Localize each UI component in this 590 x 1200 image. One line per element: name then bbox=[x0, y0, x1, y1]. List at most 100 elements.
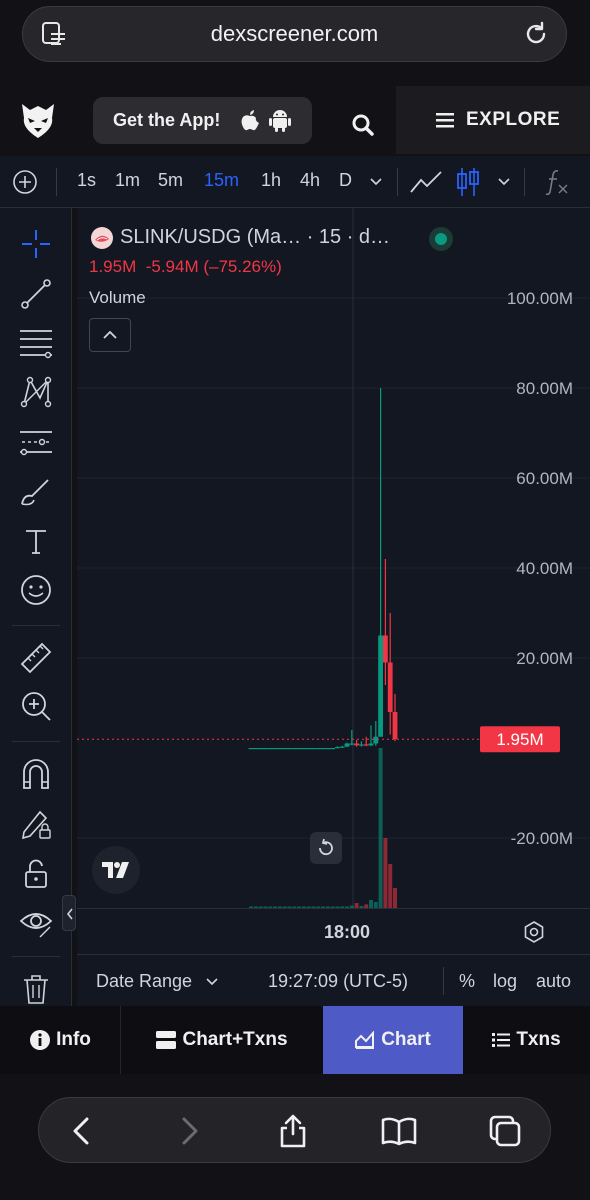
volume-bar bbox=[393, 888, 397, 908]
text-tool-icon[interactable] bbox=[18, 523, 54, 559]
candle-body bbox=[383, 635, 388, 663]
ruler-icon[interactable] bbox=[18, 640, 54, 676]
tab-chart[interactable]: Chart bbox=[323, 1006, 463, 1074]
volume-bar bbox=[378, 748, 383, 908]
tab-info[interactable]: Info bbox=[0, 1006, 121, 1074]
tradingview-logo-icon[interactable] bbox=[92, 846, 140, 894]
toolbar-divider bbox=[397, 168, 398, 196]
explore-button[interactable]: EXPLORE bbox=[396, 86, 590, 154]
lock-drawings-icon[interactable] bbox=[18, 806, 54, 842]
address-bar[interactable]: dexscreener.com bbox=[22, 6, 567, 62]
zoom-in-icon[interactable] bbox=[18, 688, 54, 724]
add-symbol-icon[interactable] bbox=[12, 169, 38, 195]
y-tick-label: 60.00M bbox=[516, 469, 573, 488]
clock-timezone[interactable]: 19:27:09 (UTC-5) bbox=[268, 971, 408, 992]
tab-chart-txns[interactable]: Chart+Txns bbox=[121, 1006, 323, 1074]
magnet-icon[interactable] bbox=[18, 756, 54, 792]
view-tabs: Info Chart+Txns Chart Txns bbox=[0, 1006, 590, 1074]
candle-body bbox=[320, 748, 326, 750]
collapse-rail-button[interactable] bbox=[62, 895, 76, 931]
candle-body bbox=[359, 744, 364, 746]
chart-bottom-bar: Date Range 19:27:09 (UTC-5) % log auto bbox=[77, 954, 590, 1006]
get-app-label: Get the App! bbox=[113, 110, 221, 130]
hide-drawings-eye-icon[interactable] bbox=[18, 905, 54, 941]
price-change-line: 1.95M -5.94M (–75.26%) bbox=[89, 257, 282, 277]
chart-pane[interactable]: 100.00M 80.00M 60.00M 40.00M 20.00M -20.00M 1.… bbox=[77, 208, 590, 908]
brush-icon[interactable] bbox=[18, 474, 54, 510]
candle-body bbox=[330, 748, 335, 750]
drawing-tools-rail bbox=[0, 208, 72, 1006]
info-icon bbox=[30, 1030, 51, 1050]
get-app-button[interactable]: Get the App! bbox=[93, 97, 312, 144]
candle-body bbox=[335, 747, 340, 749]
log-scale-toggle[interactable]: log bbox=[493, 971, 517, 992]
candle-body bbox=[277, 748, 283, 750]
last-price: 1.95M bbox=[89, 257, 137, 276]
candle-body bbox=[248, 748, 254, 750]
tabs-overview-icon[interactable] bbox=[487, 1113, 523, 1149]
forecasting-icon[interactable] bbox=[18, 424, 54, 460]
collapse-legend-button[interactable] bbox=[89, 318, 131, 352]
indicators-fx-icon[interactable] bbox=[544, 168, 570, 196]
trash-icon[interactable] bbox=[18, 971, 54, 1007]
candle-body bbox=[296, 748, 302, 750]
chart-legend[interactable]: SLINK/USDG (Ma… · 15 · d… bbox=[88, 224, 453, 254]
chevron-down-icon[interactable] bbox=[497, 176, 511, 188]
interval-15m[interactable]: 15m bbox=[204, 170, 239, 191]
bookmarks-icon[interactable] bbox=[381, 1113, 417, 1149]
explore-label: EXPLORE bbox=[466, 109, 561, 130]
trend-line-icon[interactable] bbox=[18, 276, 54, 312]
volume-indicator-label[interactable]: Volume bbox=[89, 288, 146, 308]
candle-body bbox=[354, 743, 359, 746]
interval-1d[interactable]: D bbox=[339, 170, 352, 191]
area-chart-icon bbox=[355, 1031, 375, 1049]
reload-icon[interactable] bbox=[522, 20, 550, 48]
interval-4h[interactable]: 4h bbox=[300, 170, 320, 191]
bottom-divider bbox=[443, 967, 444, 995]
emoji-icon[interactable] bbox=[18, 572, 54, 608]
auto-scale-toggle[interactable]: auto bbox=[536, 971, 571, 992]
rail-divider bbox=[12, 625, 60, 626]
unlock-icon[interactable] bbox=[18, 856, 54, 892]
y-tick-label: -20.00M bbox=[511, 829, 573, 848]
share-icon[interactable] bbox=[275, 1113, 311, 1149]
candle-body bbox=[373, 736, 379, 744]
y-tick-label: 40.00M bbox=[516, 559, 573, 578]
reset-chart-button[interactable] bbox=[310, 832, 342, 864]
forward-icon[interactable] bbox=[171, 1113, 207, 1149]
pattern-icon[interactable] bbox=[18, 374, 54, 410]
price-chart-svg[interactable]: 100.00M 80.00M 60.00M 40.00M 20.00M -20.00M 1.… bbox=[77, 208, 590, 908]
split-view-icon bbox=[156, 1031, 177, 1049]
chart-settings-icon[interactable] bbox=[522, 920, 546, 944]
interval-1m[interactable]: 1m bbox=[115, 170, 140, 191]
interval-1s[interactable]: 1s bbox=[77, 170, 96, 191]
rail-divider bbox=[12, 956, 60, 957]
tab-txns[interactable]: Txns bbox=[463, 1006, 590, 1074]
fib-retracement-icon[interactable] bbox=[18, 325, 54, 361]
chevron-down-icon[interactable] bbox=[206, 977, 218, 987]
candle-body bbox=[263, 748, 268, 750]
candle-body bbox=[267, 748, 273, 750]
crosshair-icon[interactable] bbox=[18, 226, 54, 262]
line-chart-type-icon[interactable] bbox=[409, 168, 443, 196]
candle-body bbox=[301, 748, 307, 750]
candle-body bbox=[258, 748, 263, 750]
candle-body bbox=[363, 744, 369, 746]
candle-body bbox=[349, 743, 355, 745]
candles-chart-type-icon[interactable] bbox=[456, 166, 480, 198]
browser-toolbar bbox=[38, 1097, 551, 1163]
tab-info-label: Info bbox=[56, 1029, 91, 1050]
percent-scale-toggle[interactable]: % bbox=[459, 971, 475, 992]
search-icon[interactable] bbox=[350, 112, 376, 138]
interval-5m[interactable]: 5m bbox=[158, 170, 183, 191]
candle-body bbox=[392, 712, 398, 740]
date-range-button[interactable]: Date Range bbox=[96, 971, 192, 992]
time-axis-label: 18:00 bbox=[324, 922, 371, 942]
interval-1h[interactable]: 1h bbox=[261, 170, 281, 191]
back-icon[interactable] bbox=[64, 1113, 100, 1149]
chevron-left-icon bbox=[66, 908, 73, 920]
chevron-down-icon[interactable] bbox=[369, 176, 383, 188]
current-price-label: 1.95M bbox=[496, 730, 543, 749]
dexscreener-logo-icon[interactable] bbox=[18, 100, 58, 140]
rail-divider bbox=[12, 741, 60, 742]
